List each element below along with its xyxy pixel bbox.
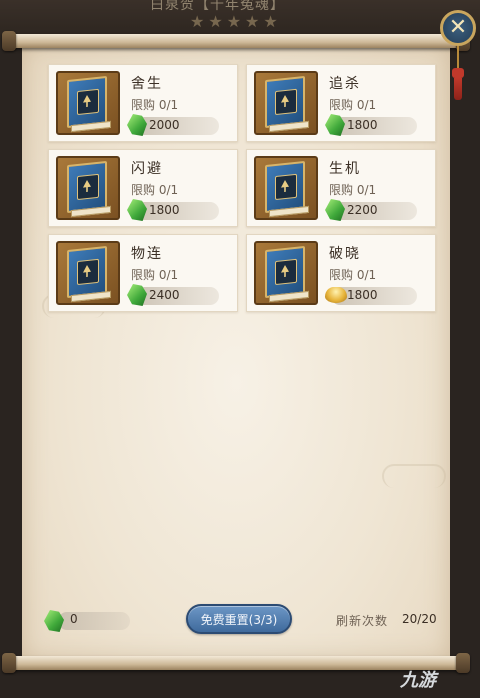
- item-purchase-limit: 限购 0/1: [329, 183, 377, 197]
- currency-amount: 0: [70, 612, 78, 626]
- item-purchase-limit: 限购 0/1: [131, 268, 179, 282]
- rod-cap: [456, 653, 470, 673]
- scroll-top-rod: [2, 31, 470, 51]
- shop-item-card[interactable]: 生机 限购 0/1 2200: [246, 149, 436, 227]
- item-name: 破晓: [329, 246, 361, 262]
- skill-book-icon: [254, 156, 318, 220]
- item-purchase-limit: 限购 0/1: [131, 183, 179, 197]
- skill-book-icon: [56, 71, 120, 135]
- item-price: 1800: [347, 288, 378, 302]
- item-price: 2200: [347, 203, 378, 217]
- close-icon: ✕: [448, 15, 468, 40]
- shop-item-card[interactable]: 闪避 限购 0/1 1800: [48, 149, 238, 227]
- item-name: 生机: [329, 161, 361, 177]
- rod-cap: [2, 31, 16, 51]
- tassel-knot: [452, 68, 464, 78]
- gold-ingot-icon: [325, 287, 347, 303]
- item-purchase-limit: 限购 0/1: [329, 268, 377, 282]
- item-name: 物连: [131, 246, 163, 262]
- shop-item-card[interactable]: 追杀 限购 0/1 1800: [246, 64, 436, 142]
- item-price: 2400: [149, 288, 180, 302]
- background-stars: ★★★★★: [190, 12, 282, 31]
- free-reset-button[interactable]: 免费重置(3/3): [186, 604, 292, 634]
- close-button[interactable]: ✕: [440, 10, 476, 46]
- skill-book-icon: [254, 241, 318, 305]
- item-name: 闪避: [131, 161, 163, 177]
- item-name: 舍生: [131, 76, 163, 92]
- item-purchase-limit: 限购 0/1: [329, 98, 377, 112]
- skill-book-icon: [56, 241, 120, 305]
- shop-item-card[interactable]: 物连 限购 0/1 2400: [48, 234, 238, 312]
- rod-cap: [2, 653, 16, 673]
- tassel-fringe: [454, 78, 462, 100]
- watermark-logo: 九游: [400, 670, 436, 691]
- refresh-count-value: 20/20: [402, 612, 437, 626]
- item-purchase-limit: 限购 0/1: [131, 98, 179, 112]
- shop-item-card[interactable]: 舍生 限购 0/1 2000: [48, 64, 238, 142]
- item-price: 1800: [149, 203, 180, 217]
- item-price: 2000: [149, 118, 180, 132]
- item-name: 追杀: [329, 76, 361, 92]
- cloud-pattern: [382, 464, 446, 488]
- shop-item-card[interactable]: 破晓 限购 0/1 1800: [246, 234, 436, 312]
- skill-book-icon: [254, 71, 318, 135]
- currency-bar: [58, 612, 130, 630]
- refresh-count-label: 刷新次数: [336, 614, 389, 628]
- scroll-bottom-rod: [2, 653, 470, 673]
- skill-book-icon: [56, 156, 120, 220]
- item-price: 1800: [347, 118, 378, 132]
